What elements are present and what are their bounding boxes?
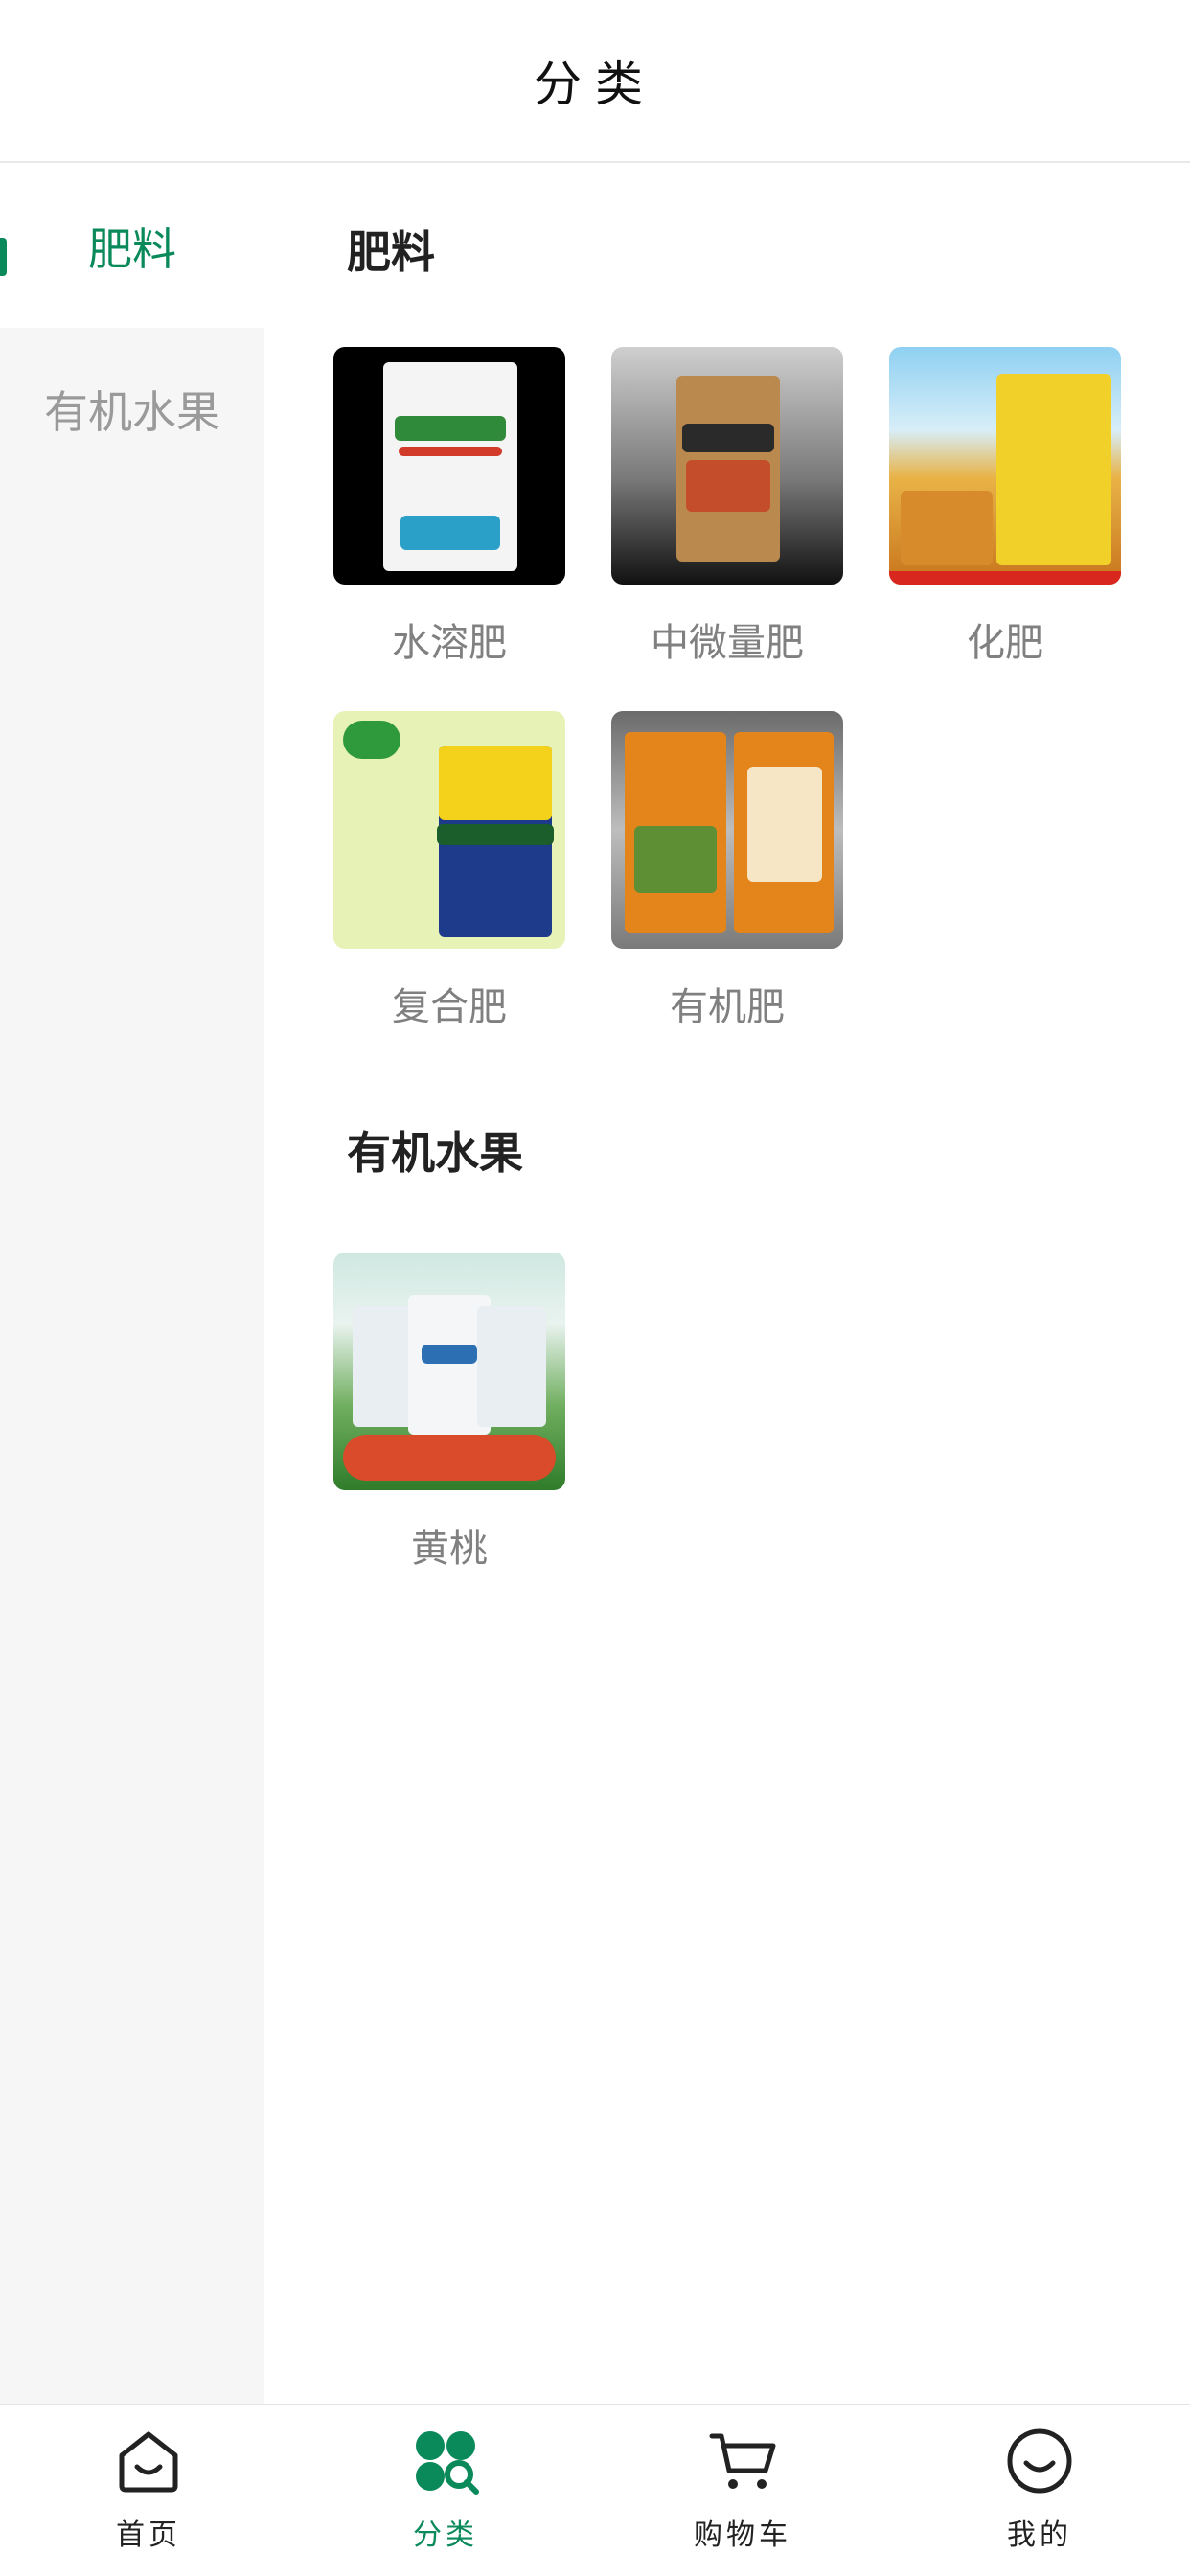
tab-cart[interactable]: 购物车 (594, 2425, 891, 2568)
tab-category[interactable]: 分类 (297, 2425, 594, 2568)
product-label: 复合肥 (392, 985, 507, 1029)
category-icon (416, 2431, 479, 2495)
top-bar: 分类 (0, 0, 1190, 163)
product-thumbnail (611, 711, 843, 949)
page-title: 分类 (534, 57, 656, 112)
category-content: 肥料 水溶肥 中微量肥 化肥 复合肥 有机肥 有机水果 黄桃 (264, 165, 1190, 2404)
profile-icon (1007, 2428, 1072, 2494)
sidebar-item-label: 有机水果 (44, 386, 220, 438)
tab-home[interactable]: 首页 (0, 2425, 297, 2568)
sidebar-item-organic-fruit[interactable]: 有机水果 (0, 328, 264, 491)
product-tile-organic[interactable]: 有机肥 (611, 711, 843, 1031)
product-label: 有机肥 (670, 985, 785, 1029)
tab-label: 我的 (1007, 2518, 1072, 2552)
product-thumbnail (333, 711, 565, 949)
product-tile-water-soluble[interactable]: 水溶肥 (333, 347, 565, 667)
product-label: 水溶肥 (392, 621, 507, 665)
product-label: 中微量肥 (651, 621, 804, 665)
tab-profile[interactable]: 我的 (891, 2425, 1188, 2568)
sidebar-item-fertilizer[interactable]: 肥料 (0, 165, 264, 328)
active-indicator (0, 238, 7, 276)
product-thumbnail (611, 347, 843, 585)
section-title-fertilizer: 肥料 (347, 226, 435, 278)
section-title-organic-fruit: 有机水果 (347, 1127, 523, 1179)
bottom-tab-bar: 首页 分类 购物车 我的 (0, 2404, 1190, 2576)
product-tile-yellow-peach[interactable]: 黄桃 (333, 1253, 565, 1573)
product-label: 化肥 (967, 621, 1043, 665)
home-icon (119, 2431, 178, 2493)
product-thumbnail (333, 1253, 565, 1490)
product-tile-compound[interactable]: 复合肥 (333, 711, 565, 1031)
tab-label: 分类 (413, 2518, 478, 2552)
product-label: 黄桃 (411, 1527, 488, 1571)
product-tile-chemical-fertilizer[interactable]: 化肥 (889, 347, 1121, 667)
sidebar-item-label: 肥料 (88, 223, 176, 275)
tab-label: 首页 (116, 2518, 181, 2552)
cart-icon (709, 2433, 776, 2489)
product-thumbnail (333, 347, 565, 585)
category-sidebar: 肥料 有机水果 (0, 165, 264, 2404)
tab-label: 购物车 (694, 2518, 791, 2552)
product-thumbnail (889, 347, 1121, 585)
product-tile-trace-element[interactable]: 中微量肥 (611, 347, 843, 667)
